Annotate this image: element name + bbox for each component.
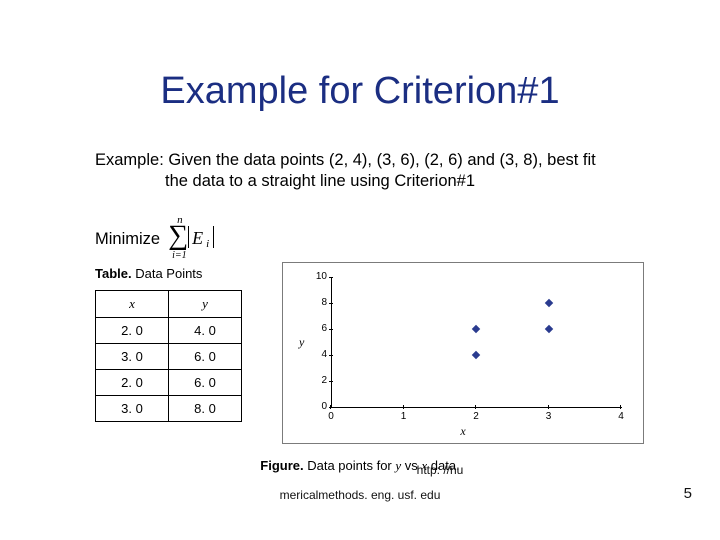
cell-y: 6. 0 xyxy=(169,344,242,370)
table-header-row: x y xyxy=(96,291,242,318)
y-axis-label: y xyxy=(299,335,304,350)
sum-lower: i=1 xyxy=(172,250,187,261)
table-caption: Table. Data Points xyxy=(95,266,202,281)
data-table: x y 2. 0 4. 0 3. 0 6. 0 2. 0 6. 0 3. 0 8… xyxy=(95,290,242,422)
table-row: 3. 0 8. 0 xyxy=(96,396,242,422)
y-tick: 6 xyxy=(313,323,327,334)
slide: Example for Criterion#1 Example: Given t… xyxy=(0,0,720,540)
cell-x: 2. 0 xyxy=(96,370,169,396)
table-row: 2. 0 4. 0 xyxy=(96,318,242,344)
y-tick: 8 xyxy=(313,297,327,308)
x-tick: 0 xyxy=(326,411,336,422)
sum-term-var: E xyxy=(192,228,203,249)
x-tick: 1 xyxy=(399,411,409,422)
table-caption-rest: Data Points xyxy=(132,266,203,281)
y-tick: 2 xyxy=(313,375,327,386)
cell-x: 2. 0 xyxy=(96,318,169,344)
th-x: x xyxy=(96,291,169,318)
y-tick: 0 xyxy=(313,401,327,412)
scatter-chart: y x 0 2 4 6 8 10 0 1 2 3 4 xyxy=(282,262,644,444)
footer-url-overlay: http: //nu xyxy=(0,463,720,477)
table-caption-bold: Table. xyxy=(95,266,132,281)
x-tick: 2 xyxy=(471,411,481,422)
th-y: y xyxy=(169,291,242,318)
y-tick: 10 xyxy=(313,271,327,282)
cell-y: 6. 0 xyxy=(169,370,242,396)
x-tick: 4 xyxy=(616,411,626,422)
sigma-icon: ∑ xyxy=(168,222,188,250)
cell-y: 8. 0 xyxy=(169,396,242,422)
sum-term-sub: i xyxy=(206,238,209,250)
example-text: Example: Given the data points (2, 4), (… xyxy=(95,150,640,192)
sum-formula: n ∑ i=1 E i xyxy=(162,220,222,258)
cell-x: 3. 0 xyxy=(96,344,169,370)
x-tick: 3 xyxy=(544,411,554,422)
example-line2: the data to a straight line using Criter… xyxy=(95,171,475,192)
table-row: 2. 0 6. 0 xyxy=(96,370,242,396)
minimize-label: Minimize xyxy=(95,230,160,249)
y-tick: 4 xyxy=(313,349,327,360)
minimize-row: Minimize n ∑ i=1 E i xyxy=(95,220,222,258)
example-line1: Given the data points (2, 4), (3, 6), (2… xyxy=(168,151,595,169)
page-number: 5 xyxy=(684,485,692,502)
x-axis-label: x xyxy=(283,424,643,439)
plot-area xyxy=(331,277,622,408)
cell-x: 3. 0 xyxy=(96,396,169,422)
table-row: 3. 0 6. 0 xyxy=(96,344,242,370)
cell-y: 4. 0 xyxy=(169,318,242,344)
slide-title: Example for Criterion#1 xyxy=(0,70,720,113)
example-prefix: Example: xyxy=(95,151,164,169)
footer-url: mericalmethods. eng. usf. edu xyxy=(0,488,720,502)
